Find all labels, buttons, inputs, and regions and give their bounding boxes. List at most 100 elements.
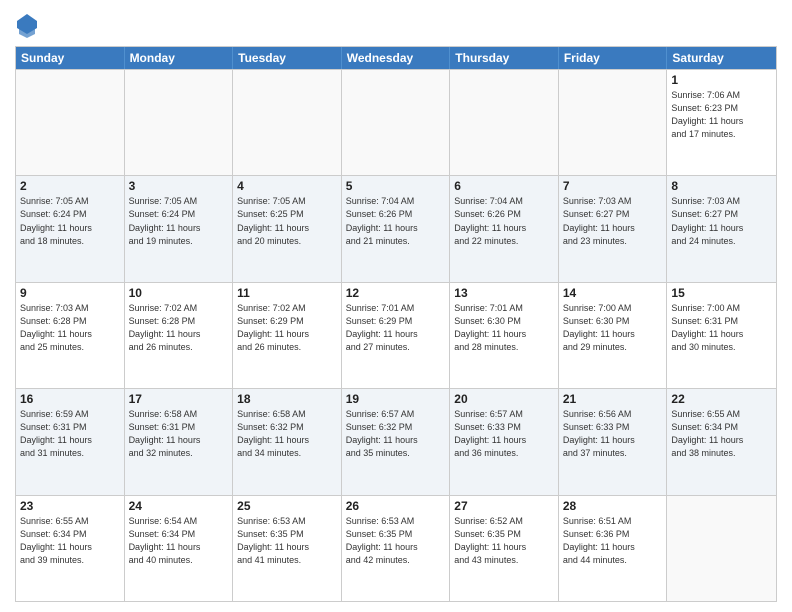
cell-info: Sunrise: 7:02 AM Sunset: 6:29 PM Dayligh… bbox=[237, 302, 337, 354]
logo-icon bbox=[17, 14, 37, 38]
cell-info: Sunrise: 6:54 AM Sunset: 6:34 PM Dayligh… bbox=[129, 515, 229, 567]
cell-info: Sunrise: 7:03 AM Sunset: 6:27 PM Dayligh… bbox=[563, 195, 663, 247]
calendar-cell: 20Sunrise: 6:57 AM Sunset: 6:33 PM Dayli… bbox=[450, 389, 559, 494]
cell-info: Sunrise: 7:04 AM Sunset: 6:26 PM Dayligh… bbox=[454, 195, 554, 247]
cell-info: Sunrise: 7:05 AM Sunset: 6:24 PM Dayligh… bbox=[129, 195, 229, 247]
weekday-header: Saturday bbox=[667, 47, 776, 69]
cell-info: Sunrise: 7:00 AM Sunset: 6:31 PM Dayligh… bbox=[671, 302, 772, 354]
page: SundayMondayTuesdayWednesdayThursdayFrid… bbox=[0, 0, 792, 612]
calendar-header-row: SundayMondayTuesdayWednesdayThursdayFrid… bbox=[16, 47, 776, 69]
cell-info: Sunrise: 6:57 AM Sunset: 6:33 PM Dayligh… bbox=[454, 408, 554, 460]
day-number: 9 bbox=[20, 286, 120, 300]
cell-info: Sunrise: 6:51 AM Sunset: 6:36 PM Dayligh… bbox=[563, 515, 663, 567]
cell-info: Sunrise: 6:56 AM Sunset: 6:33 PM Dayligh… bbox=[563, 408, 663, 460]
day-number: 3 bbox=[129, 179, 229, 193]
calendar-cell: 18Sunrise: 6:58 AM Sunset: 6:32 PM Dayli… bbox=[233, 389, 342, 494]
cell-info: Sunrise: 7:05 AM Sunset: 6:24 PM Dayligh… bbox=[20, 195, 120, 247]
cell-info: Sunrise: 6:55 AM Sunset: 6:34 PM Dayligh… bbox=[671, 408, 772, 460]
weekday-header: Friday bbox=[559, 47, 668, 69]
calendar-cell: 19Sunrise: 6:57 AM Sunset: 6:32 PM Dayli… bbox=[342, 389, 451, 494]
calendar-cell: 23Sunrise: 6:55 AM Sunset: 6:34 PM Dayli… bbox=[16, 496, 125, 601]
calendar-cell: 24 Sunrise: 6:54 AM Sunset: 6:34 PM Dayli… bbox=[125, 496, 234, 601]
day-number: 5 bbox=[346, 179, 446, 193]
day-number: 1 bbox=[671, 73, 772, 87]
calendar-cell: 6 Sunrise: 7:04 AM Sunset: 6:26 PM Daylig… bbox=[450, 176, 559, 281]
day-number: 17 bbox=[129, 392, 229, 406]
calendar-cell: 17 Sunrise: 6:58 AM Sunset: 6:31 PM Dayli… bbox=[125, 389, 234, 494]
cell-info: Sunrise: 7:03 AM Sunset: 6:28 PM Dayligh… bbox=[20, 302, 120, 354]
day-number: 19 bbox=[346, 392, 446, 406]
calendar-cell bbox=[16, 70, 125, 175]
calendar-cell bbox=[450, 70, 559, 175]
calendar-cell bbox=[667, 496, 776, 601]
cell-info: Sunrise: 7:01 AM Sunset: 6:30 PM Dayligh… bbox=[454, 302, 554, 354]
calendar-week: 2 Sunrise: 7:05 AM Sunset: 6:24 PM Daylig… bbox=[16, 175, 776, 281]
day-number: 21 bbox=[563, 392, 663, 406]
calendar-cell: 15 Sunrise: 7:00 AM Sunset: 6:31 PM Dayli… bbox=[667, 283, 776, 388]
header bbox=[15, 10, 777, 38]
day-number: 13 bbox=[454, 286, 554, 300]
cell-info: Sunrise: 7:01 AM Sunset: 6:29 PM Dayligh… bbox=[346, 302, 446, 354]
calendar-week: 23Sunrise: 6:55 AM Sunset: 6:34 PM Dayli… bbox=[16, 495, 776, 601]
weekday-header: Monday bbox=[125, 47, 234, 69]
day-number: 25 bbox=[237, 499, 337, 513]
day-number: 2 bbox=[20, 179, 120, 193]
calendar-cell: 26 Sunrise: 6:53 AM Sunset: 6:35 PM Dayli… bbox=[342, 496, 451, 601]
day-number: 24 bbox=[129, 499, 229, 513]
cell-info: Sunrise: 6:58 AM Sunset: 6:31 PM Dayligh… bbox=[129, 408, 229, 460]
calendar-week: 1Sunrise: 7:06 AM Sunset: 6:23 PM Daylig… bbox=[16, 69, 776, 175]
day-number: 7 bbox=[563, 179, 663, 193]
calendar-cell: 13 Sunrise: 7:01 AM Sunset: 6:30 PM Dayli… bbox=[450, 283, 559, 388]
calendar-cell: 14 Sunrise: 7:00 AM Sunset: 6:30 PM Dayli… bbox=[559, 283, 668, 388]
calendar-cell: 4 Sunrise: 7:05 AM Sunset: 6:25 PM Daylig… bbox=[233, 176, 342, 281]
day-number: 16 bbox=[20, 392, 120, 406]
day-number: 12 bbox=[346, 286, 446, 300]
calendar: SundayMondayTuesdayWednesdayThursdayFrid… bbox=[15, 46, 777, 602]
calendar-cell: 5 Sunrise: 7:04 AM Sunset: 6:26 PM Daylig… bbox=[342, 176, 451, 281]
day-number: 18 bbox=[237, 392, 337, 406]
calendar-cell: 25 Sunrise: 6:53 AM Sunset: 6:35 PM Dayli… bbox=[233, 496, 342, 601]
calendar-cell: 12 Sunrise: 7:01 AM Sunset: 6:29 PM Dayli… bbox=[342, 283, 451, 388]
logo bbox=[15, 14, 37, 38]
cell-info: Sunrise: 7:05 AM Sunset: 6:25 PM Dayligh… bbox=[237, 195, 337, 247]
calendar-cell bbox=[233, 70, 342, 175]
calendar-cell: 2 Sunrise: 7:05 AM Sunset: 6:24 PM Daylig… bbox=[16, 176, 125, 281]
calendar-cell: 1Sunrise: 7:06 AM Sunset: 6:23 PM Daylig… bbox=[667, 70, 776, 175]
day-number: 4 bbox=[237, 179, 337, 193]
weekday-header: Tuesday bbox=[233, 47, 342, 69]
day-number: 11 bbox=[237, 286, 337, 300]
cell-info: Sunrise: 6:53 AM Sunset: 6:35 PM Dayligh… bbox=[237, 515, 337, 567]
calendar-cell: 28 Sunrise: 6:51 AM Sunset: 6:36 PM Dayli… bbox=[559, 496, 668, 601]
cell-info: Sunrise: 7:00 AM Sunset: 6:30 PM Dayligh… bbox=[563, 302, 663, 354]
weekday-header: Thursday bbox=[450, 47, 559, 69]
day-number: 6 bbox=[454, 179, 554, 193]
day-number: 10 bbox=[129, 286, 229, 300]
cell-info: Sunrise: 6:53 AM Sunset: 6:35 PM Dayligh… bbox=[346, 515, 446, 567]
calendar-body: 1Sunrise: 7:06 AM Sunset: 6:23 PM Daylig… bbox=[16, 69, 776, 601]
calendar-cell: 22 Sunrise: 6:55 AM Sunset: 6:34 PM Dayli… bbox=[667, 389, 776, 494]
day-number: 14 bbox=[563, 286, 663, 300]
calendar-cell bbox=[559, 70, 668, 175]
cell-info: Sunrise: 7:04 AM Sunset: 6:26 PM Dayligh… bbox=[346, 195, 446, 247]
day-number: 26 bbox=[346, 499, 446, 513]
day-number: 22 bbox=[671, 392, 772, 406]
calendar-cell: 21 Sunrise: 6:56 AM Sunset: 6:33 PM Dayli… bbox=[559, 389, 668, 494]
calendar-cell: 9 Sunrise: 7:03 AM Sunset: 6:28 PM Daylig… bbox=[16, 283, 125, 388]
calendar-cell: 16 Sunrise: 6:59 AM Sunset: 6:31 PM Dayli… bbox=[16, 389, 125, 494]
calendar-cell: 8Sunrise: 7:03 AM Sunset: 6:27 PM Daylig… bbox=[667, 176, 776, 281]
calendar-cell: 3 Sunrise: 7:05 AM Sunset: 6:24 PM Daylig… bbox=[125, 176, 234, 281]
cell-info: Sunrise: 6:55 AM Sunset: 6:34 PM Dayligh… bbox=[20, 515, 120, 567]
day-number: 27 bbox=[454, 499, 554, 513]
cell-info: Sunrise: 6:52 AM Sunset: 6:35 PM Dayligh… bbox=[454, 515, 554, 567]
day-number: 28 bbox=[563, 499, 663, 513]
day-number: 15 bbox=[671, 286, 772, 300]
weekday-header: Wednesday bbox=[342, 47, 451, 69]
calendar-cell: 10 Sunrise: 7:02 AM Sunset: 6:28 PM Dayli… bbox=[125, 283, 234, 388]
calendar-cell bbox=[342, 70, 451, 175]
calendar-week: 16 Sunrise: 6:59 AM Sunset: 6:31 PM Dayli… bbox=[16, 388, 776, 494]
cell-info: Sunrise: 7:02 AM Sunset: 6:28 PM Dayligh… bbox=[129, 302, 229, 354]
day-number: 8 bbox=[671, 179, 772, 193]
weekday-header: Sunday bbox=[16, 47, 125, 69]
cell-info: Sunrise: 6:59 AM Sunset: 6:31 PM Dayligh… bbox=[20, 408, 120, 460]
calendar-cell: 11 Sunrise: 7:02 AM Sunset: 6:29 PM Dayli… bbox=[233, 283, 342, 388]
